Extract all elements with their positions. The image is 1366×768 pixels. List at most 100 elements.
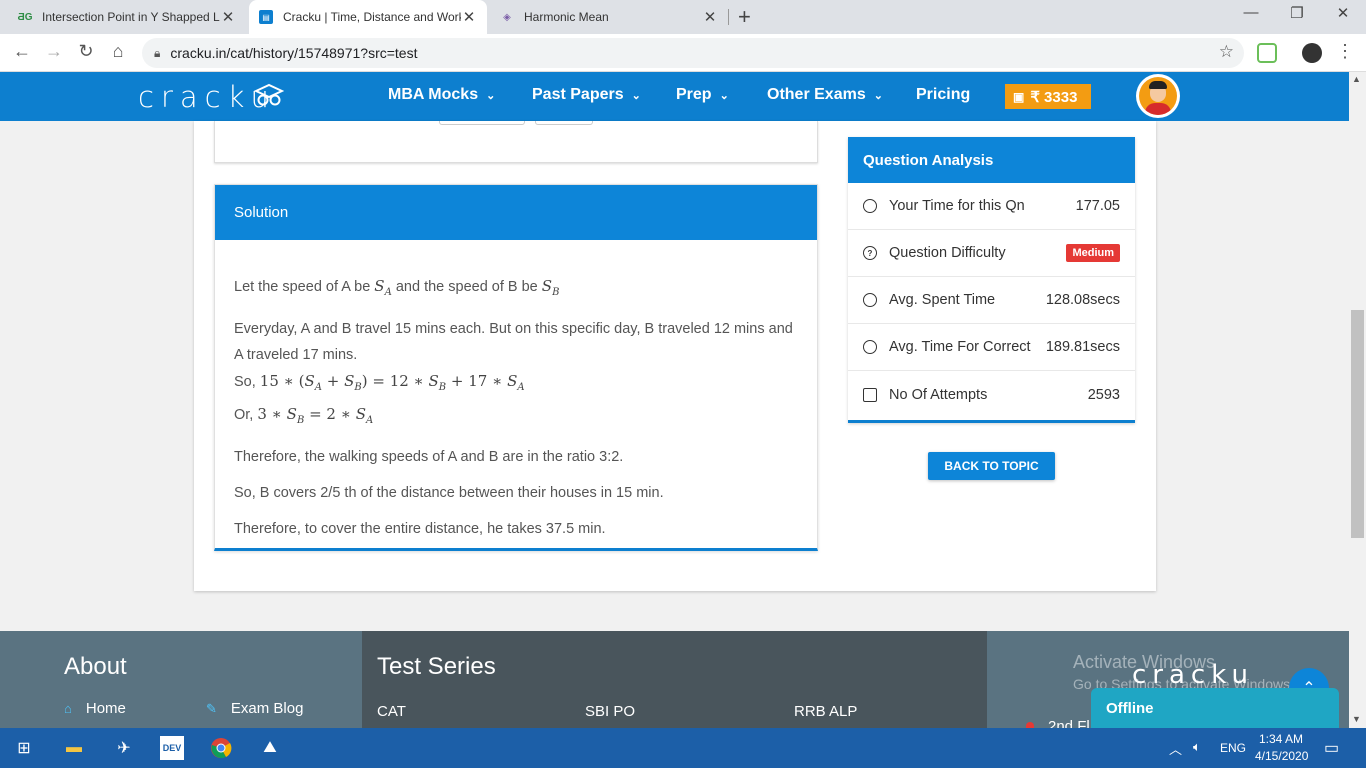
minimize-icon[interactable]: —: [1228, 4, 1274, 21]
close-tab-icon[interactable]: ✕: [702, 8, 718, 26]
menu-dots-icon[interactable]: ⋮: [1333, 41, 1357, 62]
offline-chat-widget[interactable]: Offline: [1091, 688, 1339, 728]
option-button[interactable]: [439, 121, 525, 125]
reload-icon[interactable]: ↻: [74, 41, 98, 62]
footer-test-series: Test Series CAT SBI PO RRB ALP: [362, 631, 987, 728]
chevron-down-icon: ⌄: [486, 89, 496, 102]
bookmark-star-icon[interactable]: ☆: [1219, 42, 1234, 62]
footer-cracku-logo: cracku: [1132, 660, 1254, 690]
speaker-icon[interactable]: 🔈︎: [1193, 739, 1201, 755]
address-bar-row: ← → ↻ ⌂ 🔒︎ cracku.in/cat/history/1574897…: [0, 34, 1366, 72]
wallet-button[interactable]: ▣ ₹ 3333: [1005, 84, 1091, 109]
analysis-row-your-time: Your Time for this Qn 177.05: [848, 183, 1135, 230]
scrollbar-thumb[interactable]: [1351, 310, 1364, 538]
back-icon[interactable]: ←: [10, 41, 34, 62]
windows-start-icon[interactable]: ⊞: [12, 736, 36, 760]
extension-icon[interactable]: [1257, 43, 1277, 63]
footer-test-series-title: Test Series: [377, 653, 496, 680]
close-tab-icon[interactable]: ✕: [220, 8, 236, 26]
scroll-down-arrow-icon[interactable]: ▼: [1352, 714, 1361, 724]
footer-link-label: Home: [85, 700, 126, 717]
nav-mba-mocks[interactable]: MBA Mocks ⌄: [388, 86, 495, 104]
analysis-label: Your Time for this Qn: [889, 198, 1025, 214]
wallet-icon: ▣: [1013, 89, 1025, 104]
nav-label: Pricing: [916, 86, 971, 103]
analysis-label: No Of Attempts: [889, 386, 988, 403]
photos-icon[interactable]: ⛰: [258, 736, 282, 760]
tab-divider: [728, 9, 729, 25]
close-tab-icon[interactable]: ✕: [461, 8, 477, 26]
restore-icon[interactable]: ❐: [1274, 4, 1320, 22]
solution-line: So, B covers 2/5 th of the distance betw…: [234, 485, 664, 501]
solution-title: Solution: [215, 185, 817, 240]
stopwatch-icon: [863, 199, 877, 213]
nav-other-exams[interactable]: Other Exams ⌄: [767, 86, 883, 104]
tab-title: Intersection Point in Y Shapped L: [42, 10, 220, 24]
footer-link-exam-blog[interactable]: ✎ Exam Blog: [206, 700, 303, 717]
nav-label: Prep: [676, 86, 712, 103]
scroll-up-arrow-icon[interactable]: ▲: [1352, 74, 1361, 84]
nav-label: Past Papers: [532, 86, 624, 103]
profile-avatar[interactable]: [1302, 43, 1322, 63]
solution-line: Everyday, A and B travel 15 mins each. B…: [234, 321, 793, 363]
wallet-balance: ₹ 3333: [1030, 88, 1078, 106]
footer-about-title: About: [64, 653, 127, 680]
footer-link-home[interactable]: ⌂ Home: [64, 700, 126, 717]
clock-icon: [863, 293, 877, 307]
help-circle-icon: ?: [863, 246, 877, 260]
home-icon: ⌂: [64, 701, 72, 716]
chrome-icon[interactable]: [209, 736, 233, 760]
question-card-bottom: [214, 121, 818, 163]
browser-tab-harmonic[interactable]: ◈ Harmonic Mean ✕: [490, 0, 728, 34]
home-icon[interactable]: ⌂: [106, 41, 130, 62]
browser-tab-gfg[interactable]: ƋG Intersection Point in Y Shapped L ✕: [8, 0, 246, 34]
tab-title: Cracku | Time, Distance and Work: [283, 10, 461, 24]
footer-link-sbi-po[interactable]: SBI PO: [585, 703, 635, 720]
footer-link-rrb-alp[interactable]: RRB ALP: [794, 703, 857, 720]
pencil-icon: ✎: [206, 700, 217, 716]
solution-line: Or, 3 ∗ SB = 2 ∗ SA: [234, 405, 374, 426]
url-field[interactable]: 🔒︎ cracku.in/cat/history/15748971?src=te…: [142, 38, 1244, 68]
clock-date[interactable]: 4/15/2020: [1255, 749, 1308, 763]
app-icon[interactable]: ✈: [112, 736, 136, 760]
question-analysis-title: Question Analysis: [848, 137, 1135, 183]
file-explorer-icon[interactable]: ▬: [62, 736, 86, 760]
tab-title: Harmonic Mean: [524, 10, 609, 24]
back-to-topic-button[interactable]: BACK TO TOPIC: [928, 452, 1055, 480]
windows-taskbar: ⊞ ▬ ✈ DEV ⛰ ︿ 🔈︎ ENG 1:34 AM 4/15/2020 ▭: [0, 728, 1366, 768]
footer-link-cat[interactable]: CAT: [377, 703, 406, 720]
gfg-icon: ƋG: [17, 11, 33, 23]
site-header: cracku MBA Mocks ⌄ Past Papers ⌄ Prep ⌄ Oth…: [0, 72, 1349, 121]
browser-tab-cracku[interactable]: ▤ Cracku | Time, Distance and Work ✕: [249, 0, 487, 34]
cracku-icon: ▤: [259, 10, 273, 24]
solution-line: Let the speed of A be SA and the speed o…: [234, 277, 560, 298]
graduation-cap-icon: [254, 83, 284, 106]
clock-time[interactable]: 1:34 AM: [1259, 732, 1303, 746]
nav-label: Other Exams: [767, 86, 866, 103]
forward-icon[interactable]: →: [42, 41, 66, 62]
chevron-up-icon[interactable]: ︿: [1169, 739, 1182, 758]
chevron-down-icon: ⌄: [631, 89, 641, 102]
close-window-icon[interactable]: ✕: [1320, 4, 1366, 22]
analysis-value: 128.08secs: [1045, 292, 1120, 308]
solution-line: Therefore, the walking speeds of A and B…: [234, 449, 624, 465]
nav-past-papers[interactable]: Past Papers ⌄: [532, 86, 641, 104]
language-indicator[interactable]: ENG: [1220, 741, 1246, 755]
new-tab-icon[interactable]: +: [738, 4, 751, 30]
option-button[interactable]: [535, 121, 593, 125]
analysis-value: 177.05: [1075, 198, 1120, 214]
alarm-icon: [863, 340, 877, 354]
solution-line: Therefore, to cover the entire distance,…: [234, 521, 606, 537]
url-text: cracku.in/cat/history/15748971?src=test: [170, 45, 418, 61]
analysis-row-avg-correct: Avg. Time For Correct 189.81secs: [848, 324, 1135, 371]
nav-pricing[interactable]: Pricing: [916, 86, 970, 104]
footer-address-text: 2nd Fl: [1048, 718, 1090, 728]
user-avatar[interactable]: [1136, 74, 1180, 118]
notification-icon[interactable]: ▭: [1324, 738, 1339, 758]
avatar-illustration: [1139, 77, 1177, 115]
solution-card: Solution Let the speed of A be SA and th…: [214, 184, 818, 551]
nav-prep[interactable]: Prep ⌄: [676, 86, 729, 104]
devcpp-icon[interactable]: DEV: [160, 736, 184, 760]
nav-label: MBA Mocks: [388, 86, 479, 103]
footer-about: About ⌂ Home ✎ Exam Blog: [0, 631, 362, 728]
